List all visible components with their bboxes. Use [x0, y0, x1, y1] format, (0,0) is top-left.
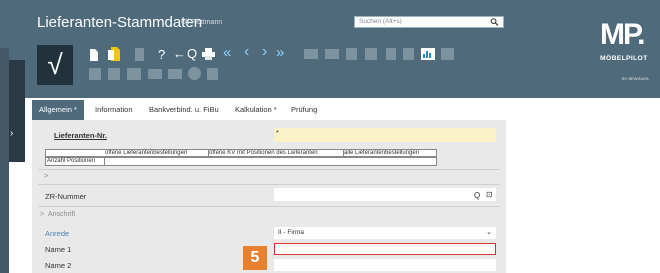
- last-record-icon[interactable]: »: [276, 45, 284, 60]
- zr-search-icon[interactable]: Q: [474, 191, 480, 200]
- first-record-icon[interactable]: «: [223, 45, 231, 60]
- name1-label: Name 1: [45, 245, 72, 254]
- tab-allgemein[interactable]: Allgemein *: [32, 100, 84, 120]
- grid-header-open-kv[interactable]: offene KV mit Positionen des Lieferanten: [209, 150, 344, 156]
- zoom-icon[interactable]: Q: [187, 47, 197, 61]
- next-record-icon[interactable]: ›: [262, 44, 267, 60]
- name2-label: Name 2: [45, 261, 72, 270]
- grid-header-all-orders[interactable]: alle Lieferantenbestellungen: [344, 150, 437, 156]
- search-icon[interactable]: [490, 17, 499, 27]
- search-placeholder: Suchen (Alt+s): [359, 18, 402, 25]
- page-title: Lieferanten-Stammdaten: [37, 14, 203, 31]
- attachment-icon: [346, 48, 357, 60]
- chart-icon[interactable]: [421, 48, 435, 60]
- mail-icon: [304, 49, 318, 59]
- divider: [38, 184, 500, 185]
- chevron-down-icon[interactable]: ⌄: [486, 228, 492, 236]
- zr-list-icon[interactable]: ⊡: [486, 190, 493, 199]
- anschrift-label: Anschrift: [47, 211, 76, 218]
- anrede-select[interactable]: II - Firma ⌄: [274, 227, 496, 239]
- print-icon[interactable]: [202, 48, 215, 60]
- orders-grid-header: offene Lieferantenbestellungen offene KV…: [45, 149, 437, 157]
- delete-icon[interactable]: [135, 48, 144, 61]
- camera-icon: [127, 68, 141, 80]
- copy-document-icon[interactable]: [108, 47, 120, 61]
- logo-byline: BY BEWIDATA: [622, 76, 649, 81]
- logo-wordmark: MÖBELPILOT: [600, 55, 648, 62]
- name1-field[interactable]: [274, 243, 496, 255]
- app-header: Lieferanten-Stammdaten Uli Flottmann Suc…: [0, 0, 660, 98]
- zr-nummer-label: ZR-Nummer: [45, 192, 87, 201]
- tag-icon: [365, 48, 377, 60]
- truck-icon: [325, 49, 339, 59]
- report-icon: [207, 68, 218, 80]
- document-stack-icon: [403, 48, 414, 60]
- divider: [38, 206, 500, 207]
- search-input[interactable]: Suchen (Alt+s): [354, 16, 504, 28]
- truck-delivery-icon: [168, 69, 182, 79]
- required-marker: *: [276, 130, 279, 137]
- name2-field[interactable]: [274, 259, 496, 271]
- help-icon[interactable]: ?: [158, 48, 165, 62]
- user-name: Uli Flottmann: [181, 19, 223, 26]
- lieferanten-nr-row: Lieferanten-Nr. *: [40, 128, 496, 142]
- grid-header-open-orders[interactable]: offene Lieferantenbestellungen: [105, 150, 209, 156]
- tab-information[interactable]: Information: [95, 100, 133, 120]
- lieferanten-nr-label: Lieferanten-Nr.: [54, 131, 107, 140]
- anrede-label: Anrede: [45, 229, 70, 238]
- undo-icon[interactable]: ←: [173, 47, 186, 61]
- step-number-badge: 5: [243, 246, 267, 270]
- user-icon: [108, 68, 120, 80]
- tab-bankverbindung[interactable]: Bankverbind. u. FiBu: [149, 100, 219, 120]
- divider: [38, 169, 500, 170]
- chevron-right-icon: ›: [10, 128, 14, 139]
- anschrift-section-toggle[interactable]: > Anschrift: [40, 211, 75, 218]
- bookmark-icon: [386, 48, 396, 60]
- grid-view-icon: [89, 68, 101, 80]
- tab-kalkulation[interactable]: Kalkulation *: [235, 100, 277, 120]
- logo-mark: MP.: [600, 18, 645, 51]
- grid-row-label: Anzahl Positionen: [47, 158, 96, 164]
- moebelpilot-logo: MP. MÖBELPILOT BY BEWIDATA: [600, 18, 656, 90]
- lieferanten-nr-field[interactable]: *: [274, 128, 496, 142]
- previous-record-icon[interactable]: ‹: [244, 44, 249, 60]
- image-icon: [441, 48, 454, 60]
- side-panel-toggle[interactable]: ›: [9, 60, 25, 162]
- car-icon: [148, 69, 162, 79]
- settings-icon: [188, 67, 201, 80]
- new-document-icon[interactable]: [89, 49, 99, 61]
- anrede-value: II - Firma: [278, 229, 304, 236]
- tab-pruefung[interactable]: Prüfung: [291, 100, 317, 120]
- section-chevron-icon[interactable]: >: [44, 171, 48, 180]
- zr-nummer-field[interactable]: [274, 188, 496, 201]
- grid-divider: [104, 158, 105, 165]
- orders-grid-row: Anzahl Positionen: [45, 157, 437, 166]
- confirm-button[interactable]: √: [37, 45, 73, 85]
- side-strip: [0, 48, 9, 273]
